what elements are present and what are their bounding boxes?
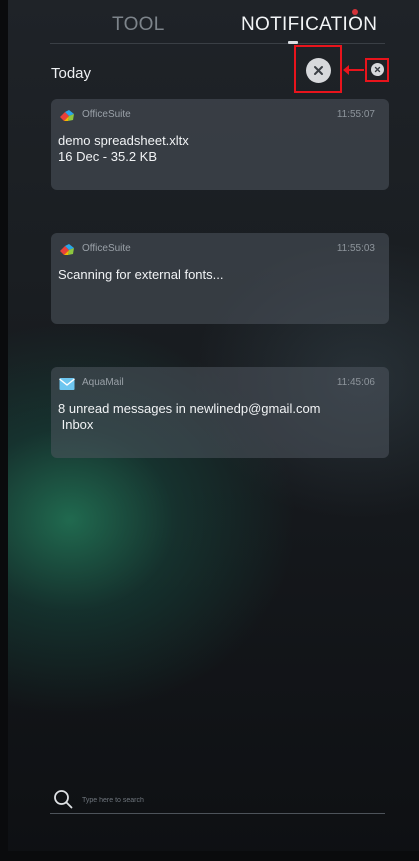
- notification-title: 8 unread messages in newlinedp@gmail.com: [58, 401, 321, 416]
- notification-app-name: OfficeSuite: [82, 243, 131, 254]
- notification-time: 11:55:07: [336, 109, 375, 120]
- notification-detail: Inbox: [58, 417, 94, 432]
- notification-title: Scanning for external fonts...: [58, 267, 224, 282]
- annotation-arrow: [343, 65, 364, 75]
- notification-card[interactable]: OfficeSuite 11:55:03 Scanning for extern…: [51, 233, 389, 324]
- search-icon[interactable]: [53, 789, 73, 809]
- notification-detail: 16 Dec - 35.2 KB: [58, 149, 157, 164]
- left-edge: [0, 0, 8, 861]
- notification-app-name: AquaMail: [82, 377, 124, 388]
- annotation-highlight-large: [294, 45, 342, 93]
- notification-app-name: OfficeSuite: [82, 109, 131, 120]
- notification-badge-dot: [352, 9, 358, 15]
- search-input[interactable]: [82, 792, 378, 808]
- officesuite-icon: [60, 110, 74, 121]
- notification-card[interactable]: AquaMail 11:45:06 8 unread messages in n…: [51, 367, 389, 458]
- tab-tool[interactable]: TOOL: [112, 14, 165, 36]
- notification-time: 11:55:03: [336, 243, 375, 254]
- search-underline: [50, 813, 385, 814]
- tab-notification[interactable]: NOTIFICATION: [241, 14, 377, 36]
- bottom-edge: [0, 851, 419, 861]
- section-title: Today: [51, 65, 92, 82]
- notification-card[interactable]: OfficeSuite 11:55:07 demo spreadsheet.xl…: [51, 99, 389, 190]
- notification-title: demo spreadsheet.xltx: [58, 133, 189, 148]
- officesuite-icon: [60, 244, 74, 255]
- annotation-highlight-small: [365, 58, 389, 82]
- mail-icon: [59, 378, 75, 390]
- notification-panel: TOOL NOTIFICATION Today OfficeSuite 11:5…: [0, 0, 419, 861]
- notification-time: 11:45:06: [336, 377, 375, 388]
- tab-divider: [50, 43, 385, 44]
- active-tab-indicator: [288, 41, 298, 44]
